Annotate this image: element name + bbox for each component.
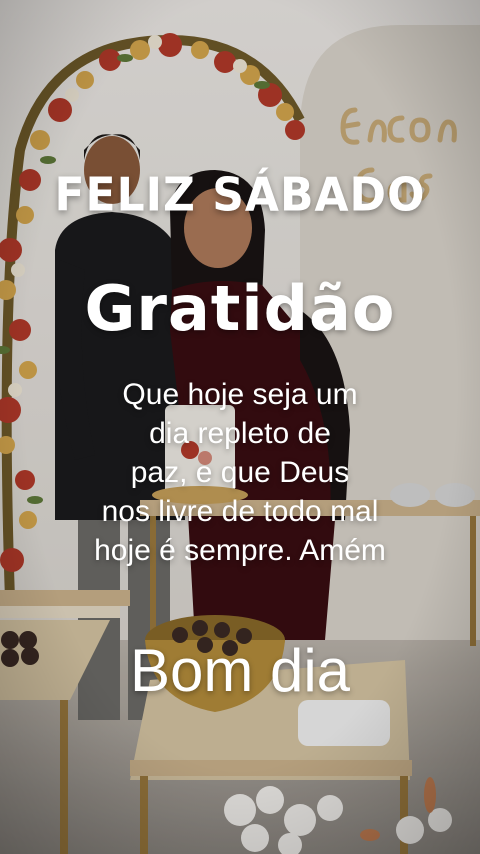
headline-gratidao: Gratidão (84, 272, 396, 345)
message-line: paz, e que Deus (130, 456, 350, 489)
blessing-message: Que hoje seja um dia repleto de paz, e q… (0, 375, 480, 570)
greeting-bom-dia: Bom dia (129, 637, 351, 704)
headline-feliz-sabado: FELIZ SÁBADO (54, 168, 426, 223)
message-line: Que hoje seja um (122, 378, 358, 411)
message-line: dia repleto de (149, 417, 331, 450)
message-line: nos livre de todo mal (101, 495, 379, 528)
photo-stage: FELIZ SÁBADO Gratidão Que hoje seja um d… (0, 0, 480, 854)
message-line: hoje é sempre. Amém (94, 534, 386, 567)
